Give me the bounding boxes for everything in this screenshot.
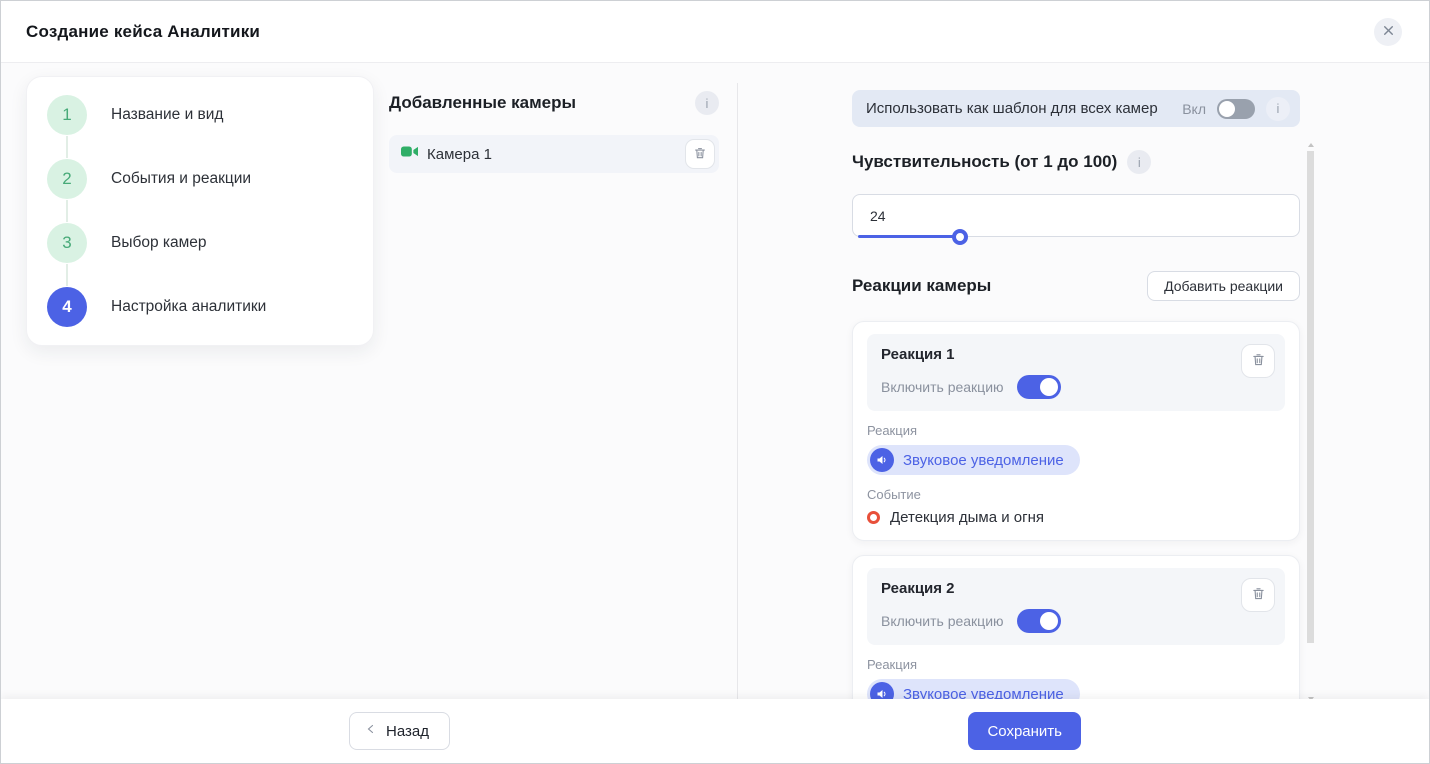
back-button[interactable]: Назад <box>349 712 450 750</box>
step-label: Настройка аналитики <box>111 298 266 316</box>
step-label: Название и вид <box>111 106 223 124</box>
back-button-label: Назад <box>386 723 429 740</box>
toggle-knob <box>1040 378 1058 396</box>
modal-body: 1 Название и вид 2 События и реакции 3 В… <box>1 63 1429 699</box>
toggle-state-label: Вкл <box>1182 101 1206 117</box>
template-banner: Использовать как шаблон для всех камер В… <box>852 90 1300 127</box>
trash-icon <box>693 146 707 163</box>
sensitivity-input[interactable]: 24 <box>852 194 1300 237</box>
create-analytics-case-modal: Создание кейса Аналитики 1 Название и ви… <box>0 0 1430 764</box>
wizard-step-1[interactable]: 1 Название и вид <box>47 95 353 135</box>
reaction-chip[interactable]: Звуковое уведомление <box>867 445 1080 475</box>
step-label: Выбор камер <box>111 234 207 252</box>
reactions-title: Реакции камеры <box>852 276 991 296</box>
wizard-step-2[interactable]: 2 События и реакции <box>47 159 353 199</box>
reaction-title: Реакция 2 <box>881 580 1273 597</box>
reaction-chip-label: Звуковое уведомление <box>903 452 1064 469</box>
step-label: События и реакции <box>111 170 251 188</box>
template-toggle[interactable] <box>1217 99 1255 119</box>
sensitivity-slider-thumb[interactable] <box>952 229 968 245</box>
step-connector <box>66 264 68 286</box>
save-button[interactable]: Сохранить <box>968 712 1081 750</box>
settings-panel: Использовать как шаблон для всех камер В… <box>738 63 1429 699</box>
step-number-badge: 2 <box>47 159 87 199</box>
enable-reaction-row: Включить реакцию <box>881 375 1273 399</box>
cameras-title: Добавленные камеры <box>389 93 576 113</box>
reaction-card-2: Реакция 2 Включить реакцию Реакция <box>852 555 1300 699</box>
sensitivity-slider-track <box>858 235 965 238</box>
enable-reaction-row: Включить реакцию <box>881 609 1273 633</box>
cameras-column: Добавленные камеры i Камера 1 <box>389 63 737 699</box>
modal-header: Создание кейса Аналитики <box>1 1 1429 63</box>
reactions-header: Реакции камеры Добавить реакции <box>852 271 1300 301</box>
page-title: Создание кейса Аналитики <box>26 22 260 42</box>
camera-list-item[interactable]: Камера 1 <box>389 135 719 173</box>
wizard-step-3[interactable]: 3 Выбор камер <box>47 223 353 263</box>
trash-icon <box>1251 586 1266 604</box>
trash-icon <box>1251 352 1266 370</box>
speaker-icon <box>870 682 894 699</box>
reaction-field-label: Реакция <box>867 657 1285 672</box>
camera-name: Камера 1 <box>427 146 492 163</box>
template-banner-label: Использовать как шаблон для всех камер <box>866 100 1158 117</box>
reaction-title: Реакция 1 <box>881 346 1273 363</box>
reaction-chip[interactable]: Звуковое уведомление <box>867 679 1080 699</box>
toggle-knob <box>1219 101 1235 117</box>
delete-camera-button[interactable] <box>685 139 715 169</box>
reaction-card-1: Реакция 1 Включить реакцию Реакция <box>852 321 1300 541</box>
close-icon <box>1382 24 1395 40</box>
wizard-column: 1 Название и вид 2 События и реакции 3 В… <box>1 63 389 699</box>
toggle-knob <box>1040 612 1058 630</box>
sensitivity-title: Чувствительность (от 1 до 100) <box>852 152 1117 172</box>
step-connector <box>66 200 68 222</box>
vertical-scrollbar[interactable] <box>1307 143 1315 699</box>
template-banner-controls: Вкл i <box>1182 97 1290 121</box>
step-number-badge: 1 <box>47 95 87 135</box>
video-camera-icon <box>401 145 418 163</box>
settings-content: Использовать как шаблон для всех камер В… <box>852 90 1300 699</box>
event-status-icon <box>867 511 880 524</box>
step-number-badge: 3 <box>47 223 87 263</box>
enable-reaction-toggle[interactable] <box>1017 375 1061 399</box>
scroll-up-arrow-icon[interactable] <box>1308 143 1314 147</box>
enable-reaction-toggle[interactable] <box>1017 609 1061 633</box>
event-name: Детекция дыма и огня <box>890 509 1044 526</box>
reaction-field-label: Реакция <box>867 423 1285 438</box>
delete-reaction-button[interactable] <box>1241 578 1275 612</box>
reaction-chip-label: Звуковое уведомление <box>903 686 1064 700</box>
chevron-left-icon <box>365 722 377 740</box>
event-field-label: Событие <box>867 487 1285 502</box>
info-icon[interactable]: i <box>1266 97 1290 121</box>
cameras-header: Добавленные камеры i <box>389 91 719 115</box>
speaker-icon <box>870 448 894 472</box>
add-reactions-button[interactable]: Добавить реакции <box>1147 271 1300 301</box>
reaction-card-header: Реакция 2 Включить реакцию <box>867 568 1285 645</box>
wizard-step-4-active[interactable]: 4 Настройка аналитики <box>47 287 353 327</box>
info-icon[interactable]: i <box>1127 150 1151 174</box>
reaction-card-header: Реакция 1 Включить реакцию <box>867 334 1285 411</box>
info-icon[interactable]: i <box>695 91 719 115</box>
sensitivity-value: 24 <box>870 208 886 224</box>
scrollbar-thumb[interactable] <box>1307 151 1314 643</box>
modal-footer: Назад Сохранить <box>1 699 1429 763</box>
wizard-steps-card: 1 Название и вид 2 События и реакции 3 В… <box>26 76 374 346</box>
close-button[interactable] <box>1374 18 1402 46</box>
event-row: Детекция дыма и огня <box>867 509 1285 526</box>
step-connector <box>66 136 68 158</box>
enable-reaction-label: Включить реакцию <box>881 613 1004 629</box>
step-number-badge: 4 <box>47 287 87 327</box>
enable-reaction-label: Включить реакцию <box>881 379 1004 395</box>
delete-reaction-button[interactable] <box>1241 344 1275 378</box>
sensitivity-header: Чувствительность (от 1 до 100) i <box>852 150 1300 174</box>
